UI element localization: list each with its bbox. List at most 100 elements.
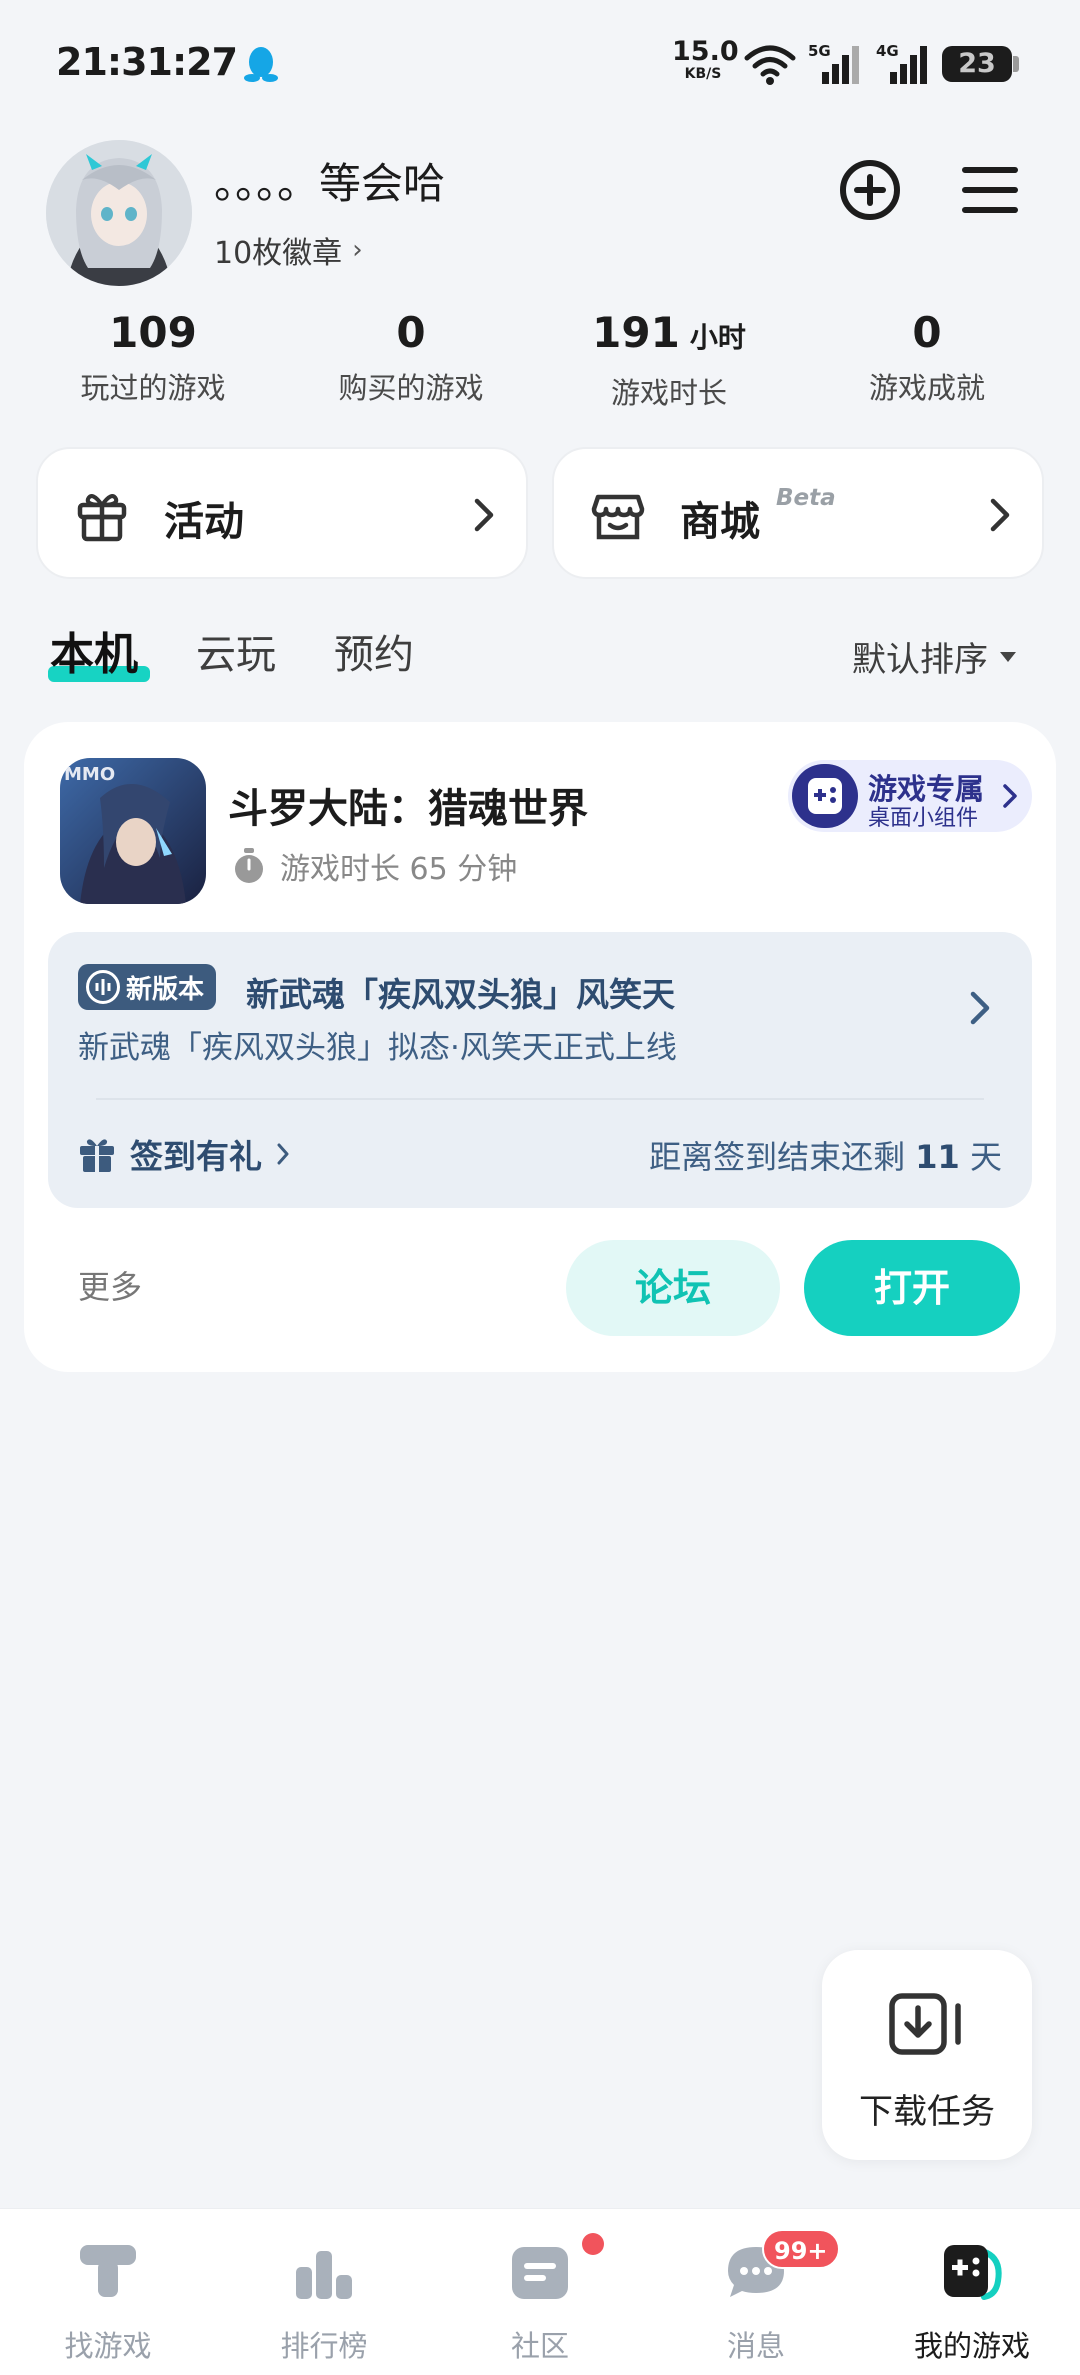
stat-label: 购买的游戏 [338, 371, 484, 405]
signin-suffix: 天 [959, 1138, 1002, 1176]
store-beta-tag: Beta [776, 485, 836, 511]
chevron-right-icon [474, 498, 494, 532]
game-icon[interactable]: MMO [60, 758, 206, 904]
signal-5g-label: 5G [808, 42, 831, 60]
activity-card[interactable]: 活动 [36, 447, 528, 579]
nav-label: 我的游戏 [913, 2329, 1030, 2363]
playtime-label: 游戏时长 65 分钟 [280, 852, 518, 887]
avatar[interactable] [46, 140, 192, 286]
stat-achievements[interactable]: 0 游戏成就 [798, 305, 1056, 407]
new-version-label: 新版本 [126, 974, 205, 1005]
stat-label: 游戏成就 [868, 371, 985, 405]
stat-label: 玩过的游戏 [80, 371, 226, 405]
battery-cap [1013, 56, 1019, 72]
menu-icon[interactable] [960, 162, 1020, 218]
sort-label: 默认排序 [852, 640, 988, 680]
gamepad-icon [792, 764, 858, 828]
tab-cloud[interactable]: 云玩 [196, 622, 276, 680]
signal-4g-label: 4G [876, 42, 899, 60]
notification-dot [582, 2233, 604, 2255]
stats-row: 109 玩过的游戏 0 购买的游戏 191 小时 游戏时长 0 游戏成就 [0, 305, 1080, 415]
refresh-icon [86, 970, 120, 1004]
qq-icon [244, 47, 278, 82]
status-bar: 21:31:27 15.0 KB/S 5G 4G 23 [0, 0, 1080, 130]
download-icon [889, 1993, 961, 2055]
caret-down-icon [1000, 651, 1016, 662]
open-button[interactable]: 打开 [804, 1240, 1020, 1336]
sort-dropdown[interactable]: 默认排序 [852, 632, 1016, 681]
tab-reservation[interactable]: 预约 [334, 622, 414, 680]
stat-label: 游戏时长 [610, 376, 727, 410]
new-version-tag: 新版本 [78, 964, 217, 1010]
net-speed-unit: KB/S [684, 66, 722, 82]
widget-subtitle: 桌面小组件 [868, 806, 979, 831]
divider [96, 1098, 984, 1100]
nav-label: 排行榜 [280, 2329, 368, 2363]
game-cover-art: MMO [60, 758, 206, 904]
news-description: 新武魂「疾风双头狼」拟态·风笑天正式上线 [78, 1030, 677, 1066]
nav-label: 消息 [726, 2329, 785, 2363]
stat-played-games[interactable]: 109 玩过的游戏 [24, 305, 282, 407]
stopwatch-icon [235, 848, 263, 883]
chevron-right-icon [1003, 784, 1017, 808]
message-badge: 99+ [762, 2229, 840, 2269]
stat-value: 0 [912, 308, 942, 357]
tab-local[interactable]: 本机 [50, 618, 138, 682]
news-panel[interactable]: 新版本 新武魂「疾风双头狼」风笑天 新武魂「疾风双头狼」拟态·风笑天正式上线 签… [48, 932, 1032, 1208]
chevron-right-icon [970, 991, 990, 1025]
signin-days: 11 [915, 1138, 960, 1176]
game-icon-label: MMO [64, 764, 115, 785]
signin-link[interactable]: 签到有礼 [78, 1130, 290, 1178]
nav-label: 社区 [510, 2329, 569, 2363]
stat-value: 191 [592, 308, 680, 357]
store-card[interactable]: 商城 Beta [552, 447, 1044, 579]
activity-label: 活动 [164, 499, 244, 545]
chevron-right-icon [990, 498, 1010, 532]
game-card: MMO 斗罗大陆：猎魂世界 游戏时长 65 分钟 游戏专属 桌面小组件 新版本 … [24, 722, 1056, 1372]
more-button[interactable]: 更多 [78, 1262, 142, 1308]
gift-icon [80, 1139, 114, 1172]
find-game-icon [80, 2245, 136, 2297]
signin-label: 签到有礼 [130, 1137, 262, 1176]
signin-remaining: 距离签到结束还剩 11 天 [649, 1132, 1002, 1178]
stat-value: 0 [396, 308, 426, 357]
nav-my-games[interactable]: 我的游戏 [864, 2209, 1080, 2375]
desktop-widget-button[interactable]: 游戏专属 桌面小组件 [788, 760, 1032, 832]
game-playtime: 游戏时长 65 分钟 [232, 844, 517, 888]
download-tasks-label: 下载任务 [859, 2092, 995, 2132]
gift-icon [77, 494, 127, 542]
status-time: 21:31:27 [56, 40, 238, 84]
game-title[interactable]: 斗罗大陆：猎魂世界 [228, 776, 588, 834]
bottom-nav: 找游戏 排行榜 社区 99+ 消息 我的游戏 [0, 2208, 1080, 2375]
nav-messages[interactable]: 99+ 消息 [648, 2209, 864, 2375]
battery-level: 23 [958, 48, 996, 79]
battery-icon: 23 [942, 46, 1012, 82]
avatar-image [46, 140, 192, 286]
network-speed: 15.0 KB/S [672, 36, 739, 82]
nav-find-game[interactable]: 找游戏 [0, 2209, 216, 2375]
signal-4g-icon: 4G [876, 42, 927, 84]
stat-unit: 小时 [689, 321, 746, 354]
badges-label: 10枚徽章 [214, 236, 343, 271]
news-title: 新武魂「疾风双头狼」风笑天 [246, 975, 675, 1014]
download-tasks-button[interactable]: 下载任务 [822, 1950, 1032, 2160]
my-games-icon [944, 2245, 1002, 2300]
store-label: 商城 [680, 499, 760, 545]
nav-ranking[interactable]: 排行榜 [216, 2209, 432, 2375]
plus-circle-icon[interactable] [838, 158, 902, 222]
stat-play-time[interactable]: 191 小时 游戏时长 [540, 305, 798, 412]
signin-prefix: 距离签到结束还剩 [649, 1138, 916, 1176]
wifi-icon [744, 45, 796, 85]
stat-purchased-games[interactable]: 0 购买的游戏 [282, 305, 540, 407]
nav-label: 找游戏 [64, 2329, 152, 2363]
forum-button[interactable]: 论坛 [566, 1240, 780, 1336]
net-speed-value: 15.0 [672, 36, 739, 67]
username: 。。。。等会哈 [214, 159, 446, 208]
badges-link[interactable]: 10枚徽章 › [214, 228, 363, 272]
shop-icon [591, 494, 645, 540]
community-icon [512, 2247, 568, 2299]
nav-community[interactable]: 社区 [432, 2209, 648, 2375]
ranking-icon [296, 2241, 352, 2299]
chevron-right-icon [277, 1143, 289, 1165]
signal-5g-icon: 5G [808, 42, 859, 84]
